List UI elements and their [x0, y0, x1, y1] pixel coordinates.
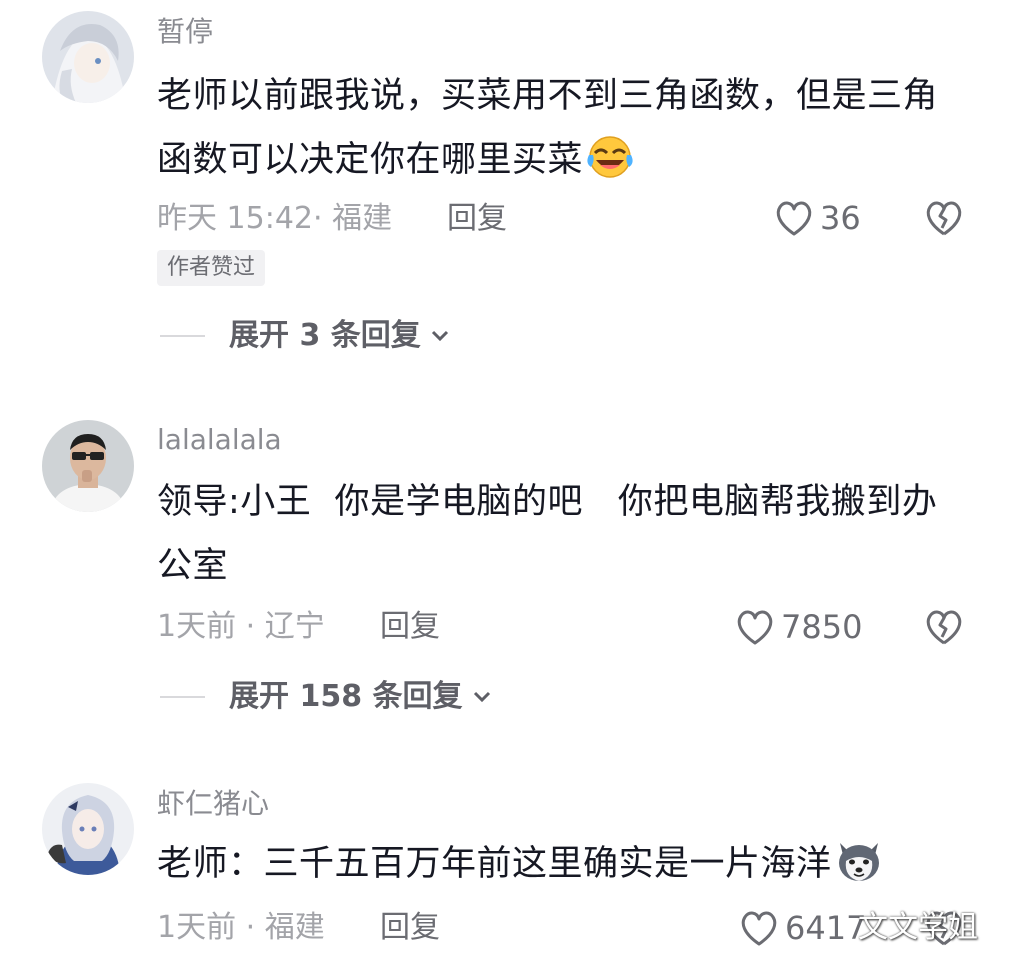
like-count: 7850	[781, 608, 863, 646]
expand-replies-button[interactable]: 展开 158 条回复	[160, 677, 493, 717]
like-button[interactable]: 36	[774, 198, 861, 238]
comment-meta: 1天前 · 福建	[157, 910, 325, 945]
reply-button[interactable]: 回复	[380, 607, 440, 647]
avatar[interactable]	[42, 11, 134, 103]
heart-icon	[737, 610, 773, 645]
like-button[interactable]: 7850	[735, 607, 862, 647]
husky-dog-emoji-icon	[834, 837, 884, 883]
divider	[160, 335, 205, 337]
comment-text: 领导:小王 你是学电脑的吧 你把电脑帮我搬到办公室	[157, 470, 957, 598]
comment-meta: 昨天 15:42· 福建	[157, 201, 393, 236]
reply-button[interactable]: 回复	[447, 199, 507, 239]
chevron-down-icon	[473, 691, 490, 703]
dislike-button[interactable]	[924, 198, 964, 238]
broken-heart-icon	[926, 610, 962, 645]
reply-button[interactable]: 回复	[380, 908, 440, 948]
author-liked-badge: 作者赞过	[157, 250, 266, 286]
comment-text-content: 领导:小王 你是学电脑的吧 你把电脑帮我搬到办公室	[157, 482, 938, 586]
expand-replies-button[interactable]: 展开 3 条回复	[160, 316, 451, 356]
comment-text-content: 老师以前跟我说，买菜用不到三角函数，但是三角函数可以决定你在哪里买菜	[157, 76, 939, 180]
comment-text: 老师以前跟我说，买菜用不到三角函数，但是三角函数可以决定你在哪里买菜	[157, 64, 957, 192]
expand-replies-label: 展开 158 条回复	[229, 679, 463, 714]
like-button[interactable]: 6417	[739, 908, 866, 948]
username[interactable]: lalalalala	[157, 423, 282, 457]
like-count: 36	[820, 199, 861, 237]
avatar[interactable]	[42, 420, 134, 512]
heart-icon	[741, 911, 777, 946]
username[interactable]: 暂停	[157, 15, 213, 49]
avatar[interactable]	[42, 783, 134, 875]
expand-replies-label: 展开 3 条回复	[229, 318, 421, 353]
heart-icon	[776, 201, 812, 236]
divider	[160, 696, 205, 698]
broken-heart-icon	[926, 201, 962, 236]
laughing-crying-emoji-icon	[585, 133, 635, 179]
comment-meta: 1天前 · 辽宁	[157, 609, 325, 644]
dislike-button[interactable]	[924, 607, 964, 647]
watermark: 文文学姐	[858, 910, 978, 945]
comment-text-content: 老师：三千五百万年前这里确实是一片海洋	[157, 844, 832, 884]
chevron-down-icon	[431, 330, 448, 342]
comment-text: 老师：三千五百万年前这里确实是一片海洋	[157, 832, 957, 896]
username[interactable]: 虾仁猪心	[157, 787, 269, 821]
like-count: 6417	[785, 909, 867, 947]
